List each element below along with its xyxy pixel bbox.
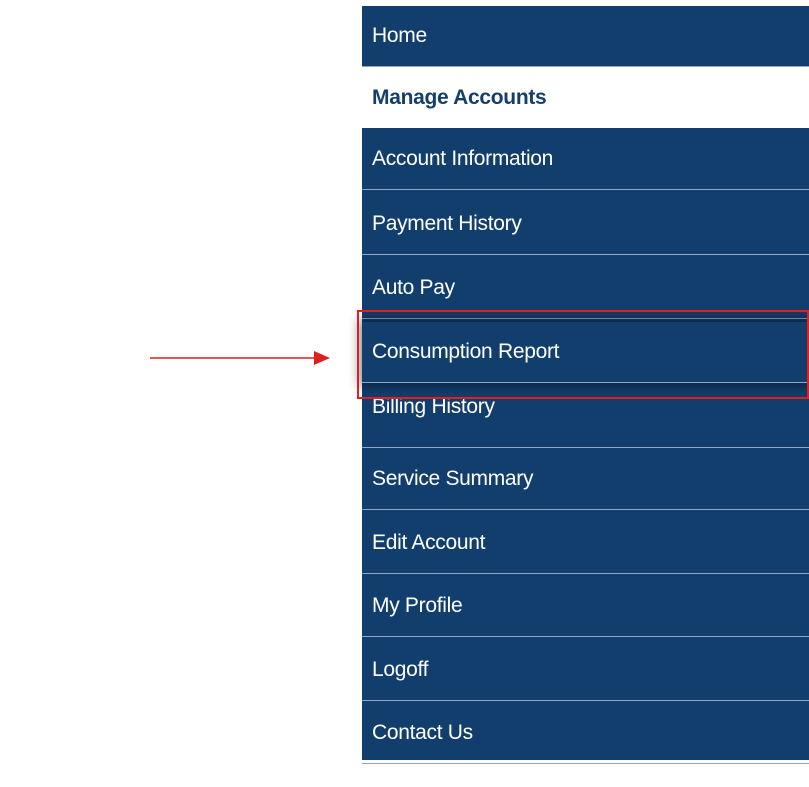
menu-item-label: Auto Pay bbox=[372, 276, 455, 299]
menu-item-edit-account[interactable]: Edit Account bbox=[362, 513, 809, 574]
menu-item-auto-pay[interactable]: Auto Pay bbox=[362, 258, 809, 319]
menu-item-label: Home bbox=[372, 24, 427, 47]
menu-item-label: Payment History bbox=[372, 212, 522, 235]
menu-item-consumption-report[interactable]: Consumption Report bbox=[362, 322, 809, 383]
menu-item-home[interactable]: Home bbox=[362, 6, 809, 67]
menu-item-label: My Profile bbox=[372, 594, 463, 617]
menu-item-billing-history[interactable]: Billing History bbox=[362, 386, 809, 448]
menu-item-payment-history[interactable]: Payment History bbox=[362, 194, 809, 255]
menu-item-logoff[interactable]: Logoff bbox=[362, 640, 809, 701]
menu-item-label: Manage Accounts bbox=[372, 85, 547, 109]
menu-item-my-profile[interactable]: My Profile bbox=[362, 576, 809, 637]
menu-item-manage-accounts[interactable]: Manage Accounts bbox=[362, 67, 809, 128]
menu-item-account-information[interactable]: Account Information bbox=[362, 129, 809, 190]
menu-item-label: Consumption Report bbox=[372, 340, 560, 363]
menu-item-label: Logoff bbox=[372, 658, 429, 681]
menu-item-service-summary[interactable]: Service Summary bbox=[362, 449, 809, 510]
menu-item-label: Service Summary bbox=[372, 467, 534, 490]
menu-item-label: Contact Us bbox=[372, 721, 473, 744]
menu-item-label: Edit Account bbox=[372, 531, 486, 554]
menu-item-contact-us[interactable]: Contact Us bbox=[362, 703, 809, 764]
annotation-arrow-icon bbox=[150, 351, 330, 365]
menu-item-label: Billing History bbox=[372, 394, 495, 418]
side-navigation-menu: Home Manage Accounts Account Information… bbox=[362, 6, 809, 764]
menu-item-label: Account Information bbox=[372, 147, 554, 170]
